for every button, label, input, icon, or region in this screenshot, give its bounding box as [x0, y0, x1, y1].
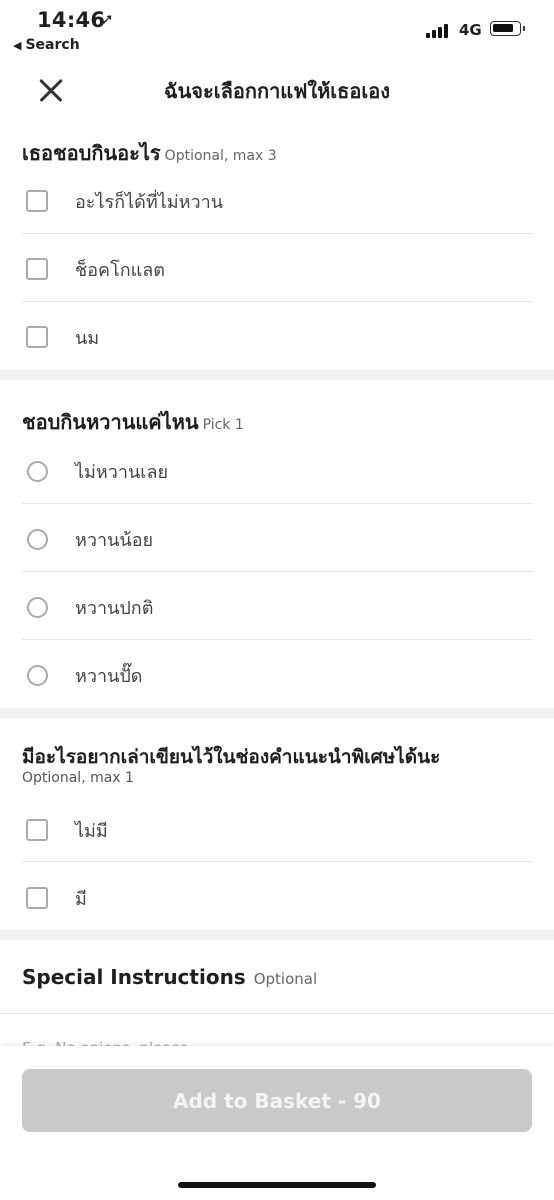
- option-label: หวานปกติ: [75, 598, 154, 619]
- option-checkbox-flavor-1[interactable]: อะไรก็ได้ที่ไม่หวาน: [0, 167, 554, 235]
- option-checkbox-flavor-2[interactable]: ช็อคโกแลต: [0, 235, 554, 303]
- back-to-search-link[interactable]: ◀ Search: [13, 37, 80, 53]
- section-title-flavor-text: เธอชอบกินอะไร: [22, 141, 161, 165]
- divider: [22, 571, 532, 572]
- section-separator: [0, 370, 554, 380]
- section-subtitle-notes: Optional, max 1: [22, 770, 134, 786]
- divider: [22, 861, 532, 862]
- section-title-notes: มีอะไรอยากเล่าเขียนไว้ในช่องคำแนะนำพิเศษ…: [22, 746, 441, 768]
- option-radio-sweetness-3[interactable]: หวานปกติ: [0, 573, 554, 641]
- option-radio-sweetness-2[interactable]: หวานน้อย: [0, 505, 554, 573]
- back-triangle-icon: ◀: [13, 39, 22, 52]
- section-title-sweetness: ชอบกินหวานแค่ไหน Pick 1: [22, 406, 244, 438]
- option-label: อะไรก็ได้ที่ไม่หวาน: [75, 192, 224, 213]
- battery-icon: [490, 21, 525, 36]
- section-title-flavor: เธอชอบกินอะไร Optional, max 3: [22, 137, 277, 169]
- option-label: หวานปั๊ด: [75, 666, 143, 687]
- special-instructions-subtitle: Optional: [253, 970, 318, 988]
- option-label: นม: [75, 328, 100, 349]
- cellular-signal-icon: [426, 22, 452, 38]
- option-checkbox-notes-2[interactable]: มี: [0, 864, 554, 932]
- location-arrow-icon: ➚: [101, 10, 114, 28]
- back-to-search-label: Search: [25, 37, 80, 53]
- radio-button[interactable]: [27, 665, 48, 686]
- option-checkbox-notes-1[interactable]: ไม่มี: [0, 796, 554, 864]
- divider: [22, 301, 532, 302]
- status-time: 14:46: [37, 8, 106, 32]
- add-to-basket-button[interactable]: Add to Basket - 90: [22, 1069, 532, 1132]
- section-title-sweetness-text: ชอบกินหวานแค่ไหน: [22, 410, 199, 434]
- divider: [0, 1013, 554, 1014]
- checkbox[interactable]: [26, 326, 48, 348]
- radio-button[interactable]: [27, 461, 48, 482]
- header: ฉันจะเลือกกาแฟให้เธอเอง: [0, 62, 554, 118]
- option-label: หวานน้อย: [75, 530, 154, 551]
- checkbox[interactable]: [26, 190, 48, 212]
- option-label: ช็อคโกแลต: [75, 260, 165, 281]
- option-label: มี: [75, 889, 87, 910]
- checkbox[interactable]: [26, 819, 48, 841]
- checkbox[interactable]: [26, 258, 48, 280]
- section-separator: [0, 930, 554, 940]
- checkbox[interactable]: [26, 887, 48, 909]
- special-instructions-title: Special Instructions Optional: [22, 965, 317, 989]
- special-instructions-title-text: Special Instructions: [22, 965, 246, 989]
- divider: [22, 503, 532, 504]
- network-type: 4G: [459, 21, 482, 39]
- home-indicator[interactable]: [178, 1182, 376, 1188]
- divider: [22, 233, 532, 234]
- section-subtitle-flavor: Optional, max 3: [164, 148, 277, 164]
- radio-button[interactable]: [27, 597, 48, 618]
- option-radio-sweetness-4[interactable]: หวานปั๊ด: [0, 641, 554, 709]
- radio-button[interactable]: [27, 529, 48, 550]
- option-checkbox-flavor-3[interactable]: นม: [0, 303, 554, 371]
- option-label: ไม่มี: [75, 821, 108, 842]
- divider: [22, 639, 532, 640]
- section-subtitle-sweetness: Pick 1: [202, 417, 244, 433]
- status-bar: 14:46 ➚ ◀ Search 4G: [0, 0, 554, 60]
- section-separator: [0, 708, 554, 718]
- option-label: ไม่หวานเลย: [75, 462, 169, 483]
- option-radio-sweetness-1[interactable]: ไม่หวานเลย: [0, 437, 554, 505]
- page-title: ฉันจะเลือกกาแฟให้เธอเอง: [164, 79, 390, 103]
- footer-bar: Add to Basket - 90: [0, 1046, 554, 1200]
